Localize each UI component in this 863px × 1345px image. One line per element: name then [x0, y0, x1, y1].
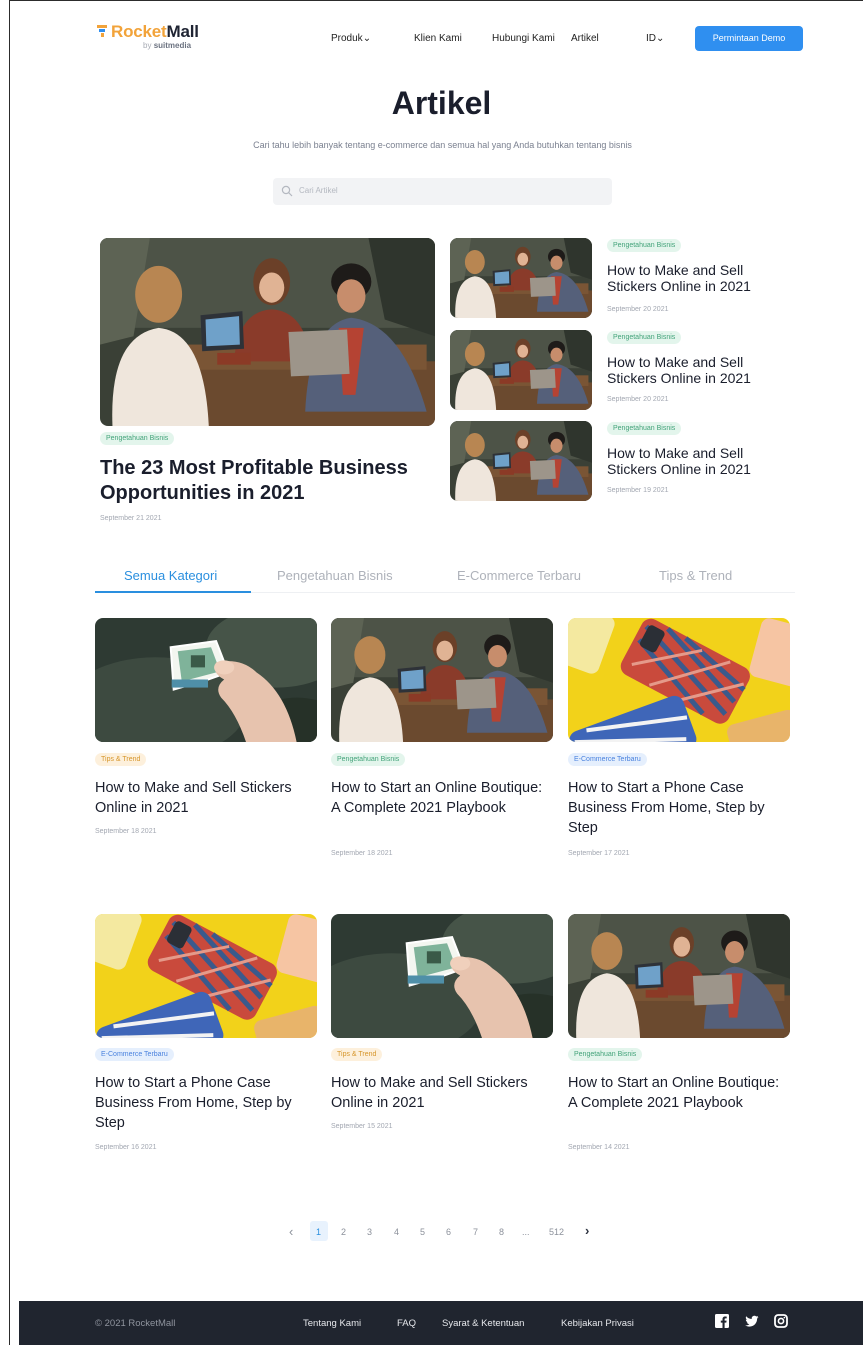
category-badge: Pengetahuan Bisnis [607, 239, 682, 252]
featured-main-image[interactable] [100, 238, 435, 426]
chevron-right-icon[interactable]: › [585, 1223, 589, 1238]
footer-link-syarat-ketentuan[interactable]: Syarat & Ketentuan [442, 1318, 524, 1329]
page-subtitle: Cari tahu lebih banyak tentang e-commerc… [253, 140, 632, 150]
article-image[interactable] [95, 914, 317, 1038]
featured-side-date: September 20 2021 [607, 306, 669, 313]
article-date: September 14 2021 [568, 1144, 630, 1151]
article-title[interactable]: How to Start an Online Boutique: A Compl… [331, 778, 551, 818]
nav-item-produk[interactable]: Produk⌄ [331, 33, 371, 44]
page-title: Artikel [391, 85, 492, 121]
tab-tips-trend[interactable]: Tips & Trend [659, 568, 732, 583]
category-badge: Tips & Trend [331, 1048, 383, 1061]
instagram-icon[interactable] [774, 1314, 788, 1328]
article-title[interactable]: How to Start a Phone Case Business From … [95, 1073, 315, 1133]
page-link-5[interactable]: 5 [420, 1227, 425, 1237]
chevron-down-icon: ⌄ [362, 33, 372, 44]
article-date: September 18 2021 [331, 850, 393, 857]
featured-main-title[interactable]: The 23 Most Profitable Business Opportun… [100, 456, 440, 506]
search-placeholder: Cari Artikel [299, 186, 338, 195]
article-title[interactable]: How to Start a Phone Case Business From … [568, 778, 788, 838]
search-input[interactable]: Cari Artikel [273, 178, 612, 205]
facebook-icon[interactable] [715, 1314, 729, 1328]
brand-byline: by suitmedia [143, 41, 192, 50]
article-image[interactable] [568, 914, 790, 1038]
featured-side-date: September 20 2021 [607, 396, 669, 403]
category-badge: E-Commerce Terbaru [568, 753, 647, 766]
article-title[interactable]: How to Make and Sell Stickers Online in … [331, 1073, 551, 1113]
page-link-6[interactable]: 6 [446, 1227, 451, 1237]
category-badge: Pengetahuan Bisnis [331, 753, 406, 766]
tab-semua-kategori[interactable]: Semua Kategori [124, 568, 217, 583]
page-link-3[interactable]: 3 [367, 1227, 372, 1237]
category-badge: E-Commerce Terbaru [95, 1048, 174, 1061]
footer-link-kebijakan-privasi[interactable]: Kebijakan Privasi [561, 1318, 634, 1329]
page-link-8[interactable]: 8 [499, 1227, 504, 1237]
featured-side-title[interactable]: How to Make and Sell Stickers Online in … [607, 354, 767, 386]
page-link-7[interactable]: 7 [473, 1227, 478, 1237]
nav-item-artikel[interactable]: Artikel [571, 33, 599, 44]
article-image[interactable] [331, 618, 553, 742]
page-ellipsis: ... [522, 1227, 530, 1237]
page-link-512[interactable]: 512 [549, 1227, 564, 1237]
tab-pengetahuan-bisnis[interactable]: Pengetahuan Bisnis [277, 568, 393, 583]
featured-side-image[interactable] [450, 238, 592, 318]
article-image[interactable] [331, 914, 553, 1038]
twitter-icon[interactable] [745, 1314, 759, 1328]
nav-item-klien-kami[interactable]: Klien Kami [414, 33, 462, 44]
page-link-4[interactable]: 4 [394, 1227, 399, 1237]
brand-logo[interactable]: RocketMall by suitmedia [97, 22, 217, 54]
featured-side-image[interactable] [450, 421, 592, 501]
language-selector[interactable]: ID⌄ [646, 33, 664, 44]
category-badge: Pengetahuan Bisnis [607, 331, 682, 344]
search-icon [281, 185, 293, 197]
featured-side-date: September 19 2021 [607, 487, 669, 494]
active-tab-indicator [95, 591, 251, 593]
tab-e-commerce-terbaru[interactable]: E-Commerce Terbaru [457, 568, 581, 583]
category-badge: Pengetahuan Bisnis [607, 422, 682, 435]
article-date: September 17 2021 [568, 850, 630, 857]
category-badge: Pengetahuan Bisnis [568, 1048, 643, 1061]
article-date: September 18 2021 [95, 828, 157, 835]
article-date: September 15 2021 [331, 1123, 393, 1130]
page-link-1[interactable]: 1 [316, 1227, 321, 1237]
nav-item-hubungi-kami[interactable]: Hubungi Kami [492, 33, 555, 44]
chevron-down-icon: ⌄ [656, 33, 665, 44]
article-date: September 16 2021 [95, 1144, 157, 1151]
footer-copyright: © 2021 RocketMall [95, 1318, 176, 1329]
featured-main-date: September 21 2021 [100, 515, 162, 522]
footer-link-faq[interactable]: FAQ [397, 1318, 416, 1329]
footer-link-tentang-kami[interactable]: Tentang Kami [303, 1318, 361, 1329]
request-demo-button[interactable]: Permintaan Demo [695, 26, 803, 51]
page-link-2[interactable]: 2 [341, 1227, 346, 1237]
featured-side-title[interactable]: How to Make and Sell Stickers Online in … [607, 262, 767, 294]
chevron-left-icon[interactable]: ‹ [289, 1224, 293, 1239]
article-image[interactable] [95, 618, 317, 742]
article-title[interactable]: How to Start an Online Boutique: A Compl… [568, 1073, 788, 1113]
category-badge: Tips & Trend [95, 753, 147, 766]
article-image[interactable] [568, 618, 790, 742]
featured-side-image[interactable] [450, 330, 592, 410]
article-title[interactable]: How to Make and Sell Stickers Online in … [95, 778, 315, 818]
rocket-logo-icon [97, 25, 107, 37]
featured-side-title[interactable]: How to Make and Sell Stickers Online in … [607, 445, 767, 477]
category-badge: Pengetahuan Bisnis [100, 432, 175, 445]
brand-name: RocketMall [111, 22, 199, 41]
